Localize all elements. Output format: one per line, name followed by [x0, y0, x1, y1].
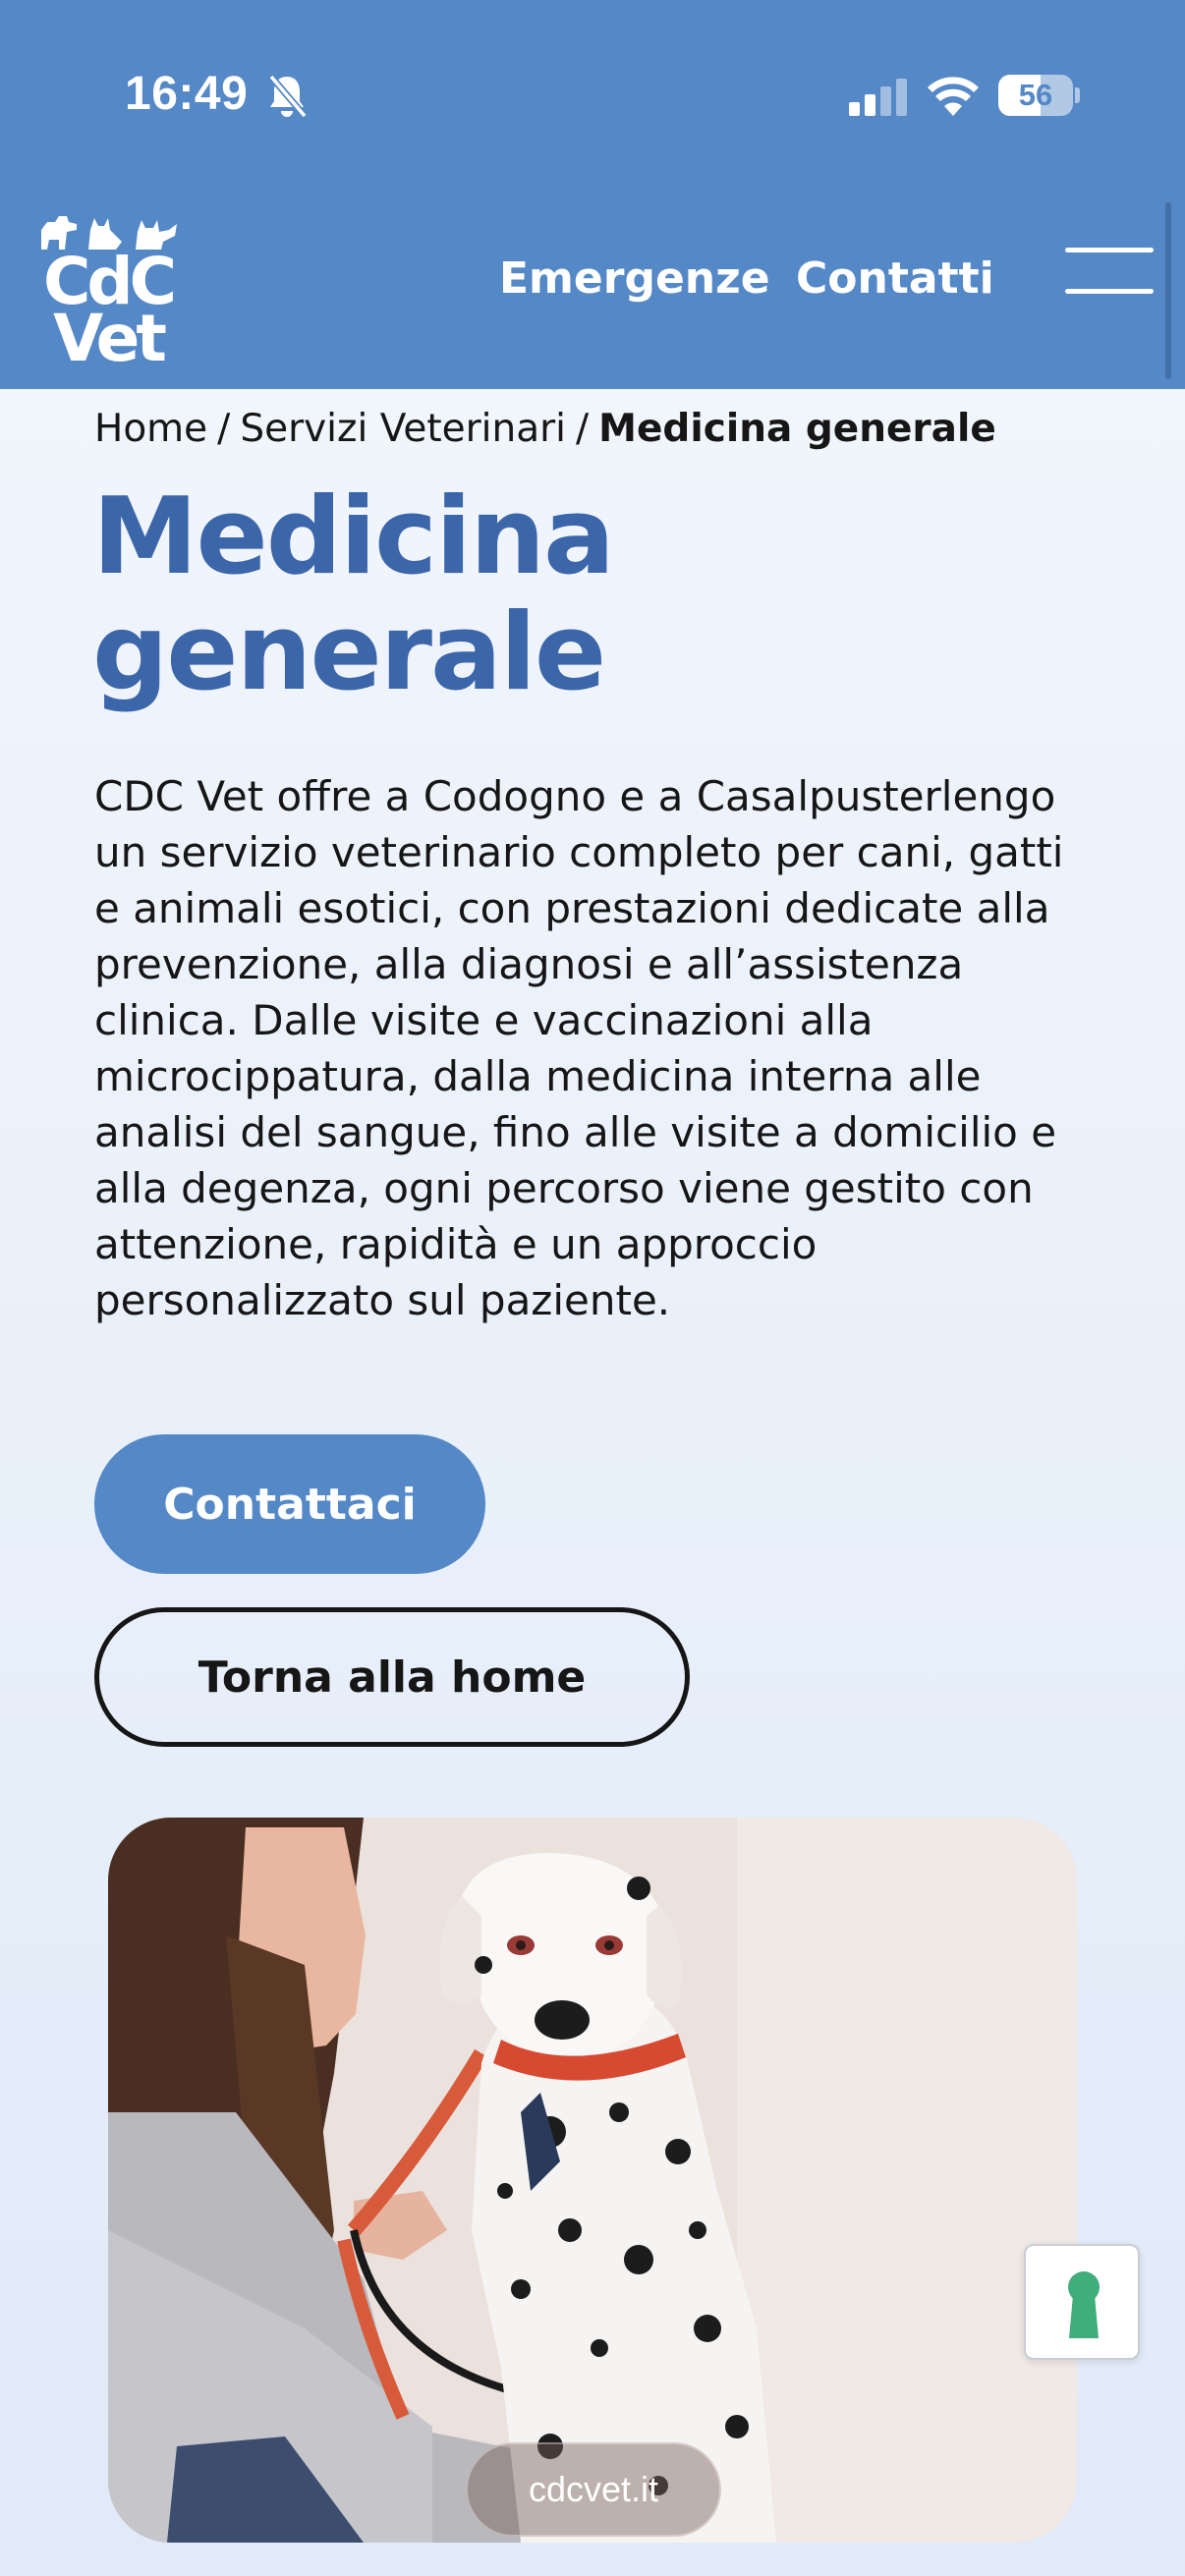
- contact-button[interactable]: Contattaci: [94, 1434, 485, 1574]
- hamburger-line: [1065, 289, 1154, 294]
- url-pill[interactable]: cdcvet.it: [466, 2442, 721, 2537]
- site-header: 16:49 56 CdC Vet Emergenze Contatti: [0, 0, 1185, 389]
- status-time: 16:49: [125, 68, 249, 120]
- page-title: Medicina generale: [92, 476, 615, 714]
- battery-percent: 56: [1018, 78, 1053, 112]
- battery-icon: 56: [998, 75, 1073, 116]
- logo[interactable]: CdC Vet: [29, 200, 187, 373]
- signal-icon: [849, 79, 907, 116]
- nav-link-emergenze[interactable]: Emergenze: [499, 253, 770, 304]
- bell-slash-icon: [268, 74, 308, 119]
- breadcrumb: Home / Servizi Veterinari / Medicina general…: [94, 407, 996, 451]
- intro-paragraph: CDC Vet offre a Codogno e a Casalpusterl…: [94, 772, 1064, 1324]
- nav-link-contatti[interactable]: Contatti: [796, 253, 994, 304]
- breadcrumb-section[interactable]: Servizi Veterinari: [240, 407, 566, 451]
- breadcrumb-current: Medicina generale: [598, 407, 996, 451]
- battery-cap: [1075, 87, 1080, 103]
- keyhole-icon: [1068, 2271, 1100, 2338]
- breadcrumb-separator: /: [217, 407, 231, 451]
- vet-dalmatian-illustration: [108, 1818, 1077, 2543]
- scroll-indicator: [1165, 202, 1171, 379]
- back-home-button[interactable]: Torna alla home: [94, 1607, 690, 1747]
- accessibility-widget[interactable]: [1024, 2244, 1140, 2360]
- logo-text-vet: Vet: [53, 301, 167, 376]
- hamburger-icon[interactable]: [1065, 246, 1154, 297]
- breadcrumb-home[interactable]: Home: [94, 407, 207, 451]
- breadcrumb-separator: /: [576, 407, 590, 451]
- hero-photo: [108, 1818, 1077, 2543]
- battery-indicator: 56: [998, 75, 1080, 116]
- wifi-icon: [928, 77, 979, 116]
- hamburger-line: [1065, 248, 1154, 252]
